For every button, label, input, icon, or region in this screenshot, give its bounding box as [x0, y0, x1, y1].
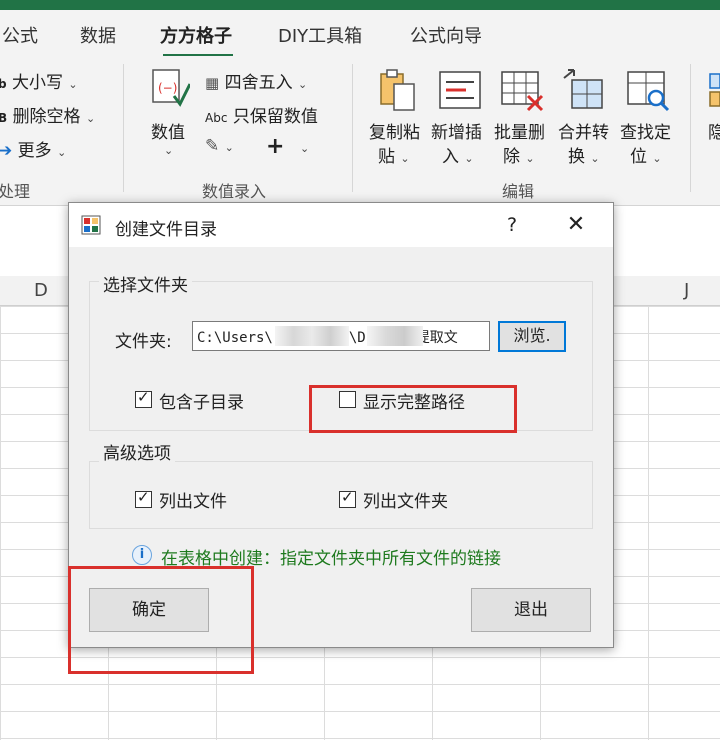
chevron-down-icon: ⌄ [68, 78, 78, 91]
chevron-down-icon: ⌄ [652, 152, 662, 165]
redacted-username [275, 326, 349, 346]
keep-value-button[interactable]: Abc 只保留数值 [205, 102, 318, 127]
exit-button[interactable]: 退出 [471, 588, 591, 632]
edit-group-label: 编辑 [502, 182, 535, 201]
chevron-down-icon: ⌄ [224, 141, 234, 154]
number-button-label[interactable]: 数值 [151, 118, 185, 143]
insert-label-top[interactable]: 新增插 [431, 118, 482, 143]
edit-form-icon: ✎ [205, 136, 220, 156]
tab-formula-wizard[interactable]: 公式向导 [410, 22, 482, 48]
list-files-checkbox[interactable]: ✓ [135, 488, 152, 508]
grid-icon: ▦ [205, 74, 220, 92]
insert-button[interactable]: 入 ⌄ [442, 142, 474, 167]
batch-delete-icon[interactable] [500, 68, 544, 112]
include-subdirs-checkbox[interactable]: ✓ [135, 388, 152, 408]
annotation-highlight-ok [68, 566, 254, 674]
dialog-title-bar[interactable]: 创建文件目录 ? ✕ [69, 203, 613, 247]
chevron-down-icon: ⌄ [164, 144, 174, 157]
browse-button[interactable]: 浏览. [498, 321, 566, 352]
copy-paste-icon[interactable] [378, 68, 418, 112]
batch-delete-label-top[interactable]: 批量删 [494, 118, 545, 143]
group-separator [690, 64, 691, 192]
annotation-highlight-full-path [309, 385, 517, 433]
list-folders-label[interactable]: 列出文件夹 [363, 487, 448, 512]
copy-paste-button[interactable]: 贴 ⌄ [378, 142, 410, 167]
list-folders-checkbox[interactable]: ✓ [339, 488, 356, 508]
tab-diy-toolbox[interactable]: DIY工具箱 [278, 22, 362, 48]
chevron-down-icon[interactable]: ⌄ [300, 142, 309, 155]
insert-icon[interactable] [438, 68, 482, 112]
tab-formulas[interactable]: 公式 [2, 22, 38, 48]
chevron-down-icon: ⌄ [590, 152, 600, 165]
chevron-down-icon: ⌄ [85, 112, 96, 125]
find-locate-icon[interactable] [626, 68, 670, 112]
title-bar-strip [0, 0, 720, 10]
group-separator [352, 64, 353, 192]
merge-button[interactable]: 换 ⌄ [568, 142, 600, 167]
locate-label-top[interactable]: 查找定 [620, 118, 671, 143]
include-subdirs-label[interactable]: 包含子目录 [159, 388, 244, 413]
delete-space-icon: B [0, 111, 8, 125]
help-button[interactable]: ? [499, 211, 525, 239]
chevron-down-icon: ⌄ [400, 152, 410, 165]
column-header-j[interactable]: J [684, 280, 689, 301]
merge-convert-icon[interactable] [562, 68, 606, 112]
plus-icon[interactable]: + [266, 134, 284, 159]
edit-value-button[interactable]: ✎ ⌄ [205, 136, 234, 156]
folder-label: 文件夹: [115, 332, 172, 352]
case-button[interactable]: b 大小写 ⌄ [0, 68, 78, 93]
arrow-right-icon: ➔ [0, 141, 13, 161]
chevron-down-icon: ⌄ [525, 152, 535, 165]
text-group-label: 处理 [0, 182, 31, 201]
tab-data[interactable]: 数据 [80, 22, 116, 48]
partial-tool-label[interactable]: 隐 [708, 118, 720, 143]
redacted-path-segment [367, 326, 423, 346]
close-button[interactable]: ✕ [561, 211, 591, 239]
checkmark-icon: ✓ [341, 488, 354, 506]
tab-fangfang[interactable]: 方方格子 [160, 22, 232, 48]
number-group-label: 数值录入 [202, 182, 267, 201]
advanced-group-title: 高级选项 [99, 439, 175, 464]
delete-space-button[interactable]: B 删除空格 ⌄ [0, 102, 95, 127]
info-icon: i [132, 545, 152, 565]
group-separator [123, 64, 124, 192]
chevron-down-icon: ⌄ [57, 146, 67, 159]
ribbon-tabs: 公式 数据 方方格子 DIY工具箱 公式向导 [0, 10, 720, 57]
ribbon-panel: b 大小写 ⌄ B 删除空格 ⌄ ➔ 更多 ⌄ 处理 (−) 数值 ⌄ ▦ 四舍… [0, 56, 720, 206]
copy-paste-label-top[interactable]: 复制粘 [369, 118, 420, 143]
round-button[interactable]: ▦ 四舍五入 ⌄ [205, 68, 307, 93]
svg-text:(−): (−) [158, 81, 177, 95]
locate-button[interactable]: 位 ⌄ [630, 142, 662, 167]
checkmark-icon: ✓ [137, 388, 150, 406]
folder-group-title: 选择文件夹 [99, 271, 192, 296]
batch-delete-button[interactable]: 除 ⌄ [503, 142, 535, 167]
dialog-title: 创建文件目录 [115, 220, 217, 240]
column-header-d[interactable]: D [34, 280, 48, 301]
more-button[interactable]: ➔ 更多 ⌄ [0, 136, 66, 161]
number-icon[interactable]: (−) [150, 66, 192, 110]
partial-tool-icon[interactable] [706, 68, 720, 112]
list-files-label[interactable]: 列出文件 [159, 487, 227, 512]
case-icon: b [0, 77, 7, 91]
checkmark-icon: ✓ [137, 488, 150, 506]
chevron-down-icon: ⌄ [298, 78, 308, 91]
merge-label-top[interactable]: 合并转 [558, 118, 609, 143]
chevron-down-icon: ⌄ [464, 152, 474, 165]
app-icon [81, 215, 101, 235]
